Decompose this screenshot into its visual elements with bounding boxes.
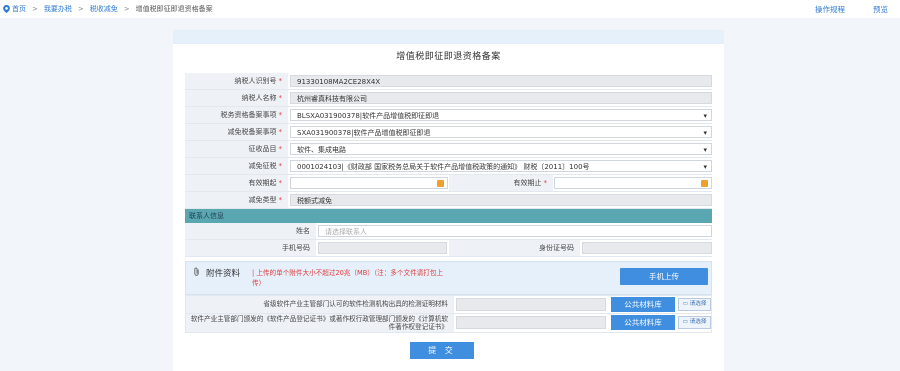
folder-icon: ▭ [682, 319, 690, 325]
taxpayer-id-label: 纳税人识别号 * [185, 73, 288, 89]
mobile-upload-button[interactable]: 手机上传 [620, 268, 708, 285]
id-number-field [582, 242, 712, 254]
id-number-label: 身份证号码 [449, 240, 580, 256]
breadcrumb-home[interactable]: 首页 [12, 4, 26, 14]
breadcrumb: 首页 > 我要办税 > 税收减免 > 增值税即征即退资格备案 [3, 4, 213, 14]
phone-field [318, 242, 447, 254]
procedure-link[interactable]: 操作规程 [815, 4, 845, 15]
attachments-title: 附件资料 [206, 269, 241, 279]
attachments-panel: 附件资料 | 上传的单个附件大小不超过20兆（MB）（注：多个文件请打包上传） … [185, 261, 712, 295]
levy-item-select[interactable]: 软件、集成电路 [290, 143, 712, 155]
exemption-type-label: 减免类型 * [185, 192, 288, 208]
breadcrumb-tax-relief[interactable]: 税收减免 [90, 4, 118, 14]
contact-name-label: 姓名 [185, 223, 316, 239]
attachment-file-field [456, 298, 606, 311]
breadcrumb-separator: > [123, 5, 130, 13]
choose-file-button[interactable]: ▭ 请选择 [678, 298, 711, 311]
attachment-label: 省级软件产业主管部门认可的软件检测机构出具的检测证明材料 [186, 296, 454, 313]
preview-link[interactable]: 预览 [873, 4, 888, 15]
exemption-type-field: 税额式减免 [290, 194, 712, 206]
exemption-clause-select[interactable]: 0001024103|《财政部 国家税务总局关于软件产品增值税政策的通知》 财税… [290, 160, 712, 172]
row-levy-item: 征收品目 * 软件、集成电路 [185, 141, 712, 158]
taxpayer-name-label: 纳税人名称 * [185, 90, 288, 106]
row-validity: 有效期起 * 有效期止 * [185, 175, 712, 192]
calendar-icon[interactable] [701, 180, 708, 187]
form-grid: 纳税人识别号 * 91330108MA2CE28X4X 纳税人名称 * 杭州睿真科技… [185, 73, 712, 257]
folder-icon: ▭ [682, 301, 690, 307]
row-exemption-clause: 减免征税 * 0001024103|《财政部 国家税务总局关于软件产品增值税政策的… [185, 158, 712, 175]
row-taxpayer-name: 纳税人名称 * 杭州睿真科技有限公司 [185, 90, 712, 107]
exemption-filing-item-label: 减免税备案事项 * [185, 124, 288, 140]
top-links: 操作规程 预览 [815, 4, 888, 15]
taxpayer-id-field: 91330108MA2CE28X4X [290, 75, 712, 87]
breadcrumb-tax-services[interactable]: 我要办税 [44, 4, 72, 14]
breadcrumb-current: 增值税即征即退资格备案 [135, 5, 213, 13]
row-tax-filing-item: 税务资格备案事项 * BLSXA031900378|软件产品增值税即征即退 [185, 107, 712, 124]
row-contact-name: 姓名 请选择联系人 [185, 223, 712, 240]
location-pin-icon [3, 5, 10, 13]
row-exemption-filing-item: 减免税备案事项 * SXA031900378|软件产品增值税即征即退 [185, 124, 712, 141]
attachment-row: 省级软件产业主管部门认可的软件检测机构出具的检测证明材料 公共材料库 ▭ 请选择 [185, 295, 712, 314]
valid-to-label: 有效期止 * [449, 175, 553, 191]
tax-filing-item-select[interactable]: BLSXA031900378|软件产品增值税即征即退 [290, 109, 712, 121]
valid-to-input[interactable] [554, 177, 712, 189]
submit-button[interactable]: 提 交 [410, 342, 474, 359]
attachments-note: | 上传的单个附件大小不超过20兆（MB）（注：多个文件请打包上传） [252, 269, 444, 287]
breadcrumb-separator: > [77, 5, 84, 13]
row-taxpayer-id: 纳税人识别号 * 91330108MA2CE28X4X [185, 73, 712, 90]
row-exemption-type: 减免类型 * 税额式减免 [185, 192, 712, 209]
paperclip-icon [194, 267, 199, 276]
form-title: 增值税即征即退资格备案 [396, 52, 501, 62]
tax-filing-item-label: 税务资格备案事项 * [185, 107, 288, 123]
taxpayer-name-field: 杭州睿真科技有限公司 [290, 92, 712, 104]
row-contact-phone-id: 手机号码 身份证号码 [185, 240, 712, 257]
breadcrumb-separator: > [32, 5, 38, 13]
attachment-label: 软件产业主管部门颁发的《软件产品登记证书》或著作权行政管理部门颁发的《计算机软件… [186, 314, 454, 332]
attachment-row: 软件产业主管部门颁发的《软件产品登记证书》或著作权行政管理部门颁发的《计算机软件… [185, 313, 712, 333]
valid-from-input[interactable] [290, 177, 448, 189]
exemption-filing-item-select[interactable]: SXA031900378|软件产品增值税即征即退 [290, 126, 712, 138]
choose-file-button[interactable]: ▭ 请选择 [678, 316, 711, 329]
exemption-clause-label: 减免征税 * [185, 158, 288, 174]
top-bar: 首页 > 我要办税 > 税收减免 > 增值税即征即退资格备案 操作规程 预览 [0, 0, 900, 18]
card-header-band [173, 30, 724, 44]
contact-section-header: 联系人信息 [185, 209, 712, 223]
contact-name-input[interactable]: 请选择联系人 [318, 225, 712, 237]
attachment-file-field [456, 316, 606, 329]
valid-from-label: 有效期起 * [185, 175, 288, 191]
public-materials-button[interactable]: 公共材料库 [611, 297, 675, 312]
public-materials-button[interactable]: 公共材料库 [611, 315, 675, 330]
calendar-icon[interactable] [437, 180, 444, 187]
levy-item-label: 征收品目 * [185, 141, 288, 157]
phone-label: 手机号码 [185, 240, 316, 256]
